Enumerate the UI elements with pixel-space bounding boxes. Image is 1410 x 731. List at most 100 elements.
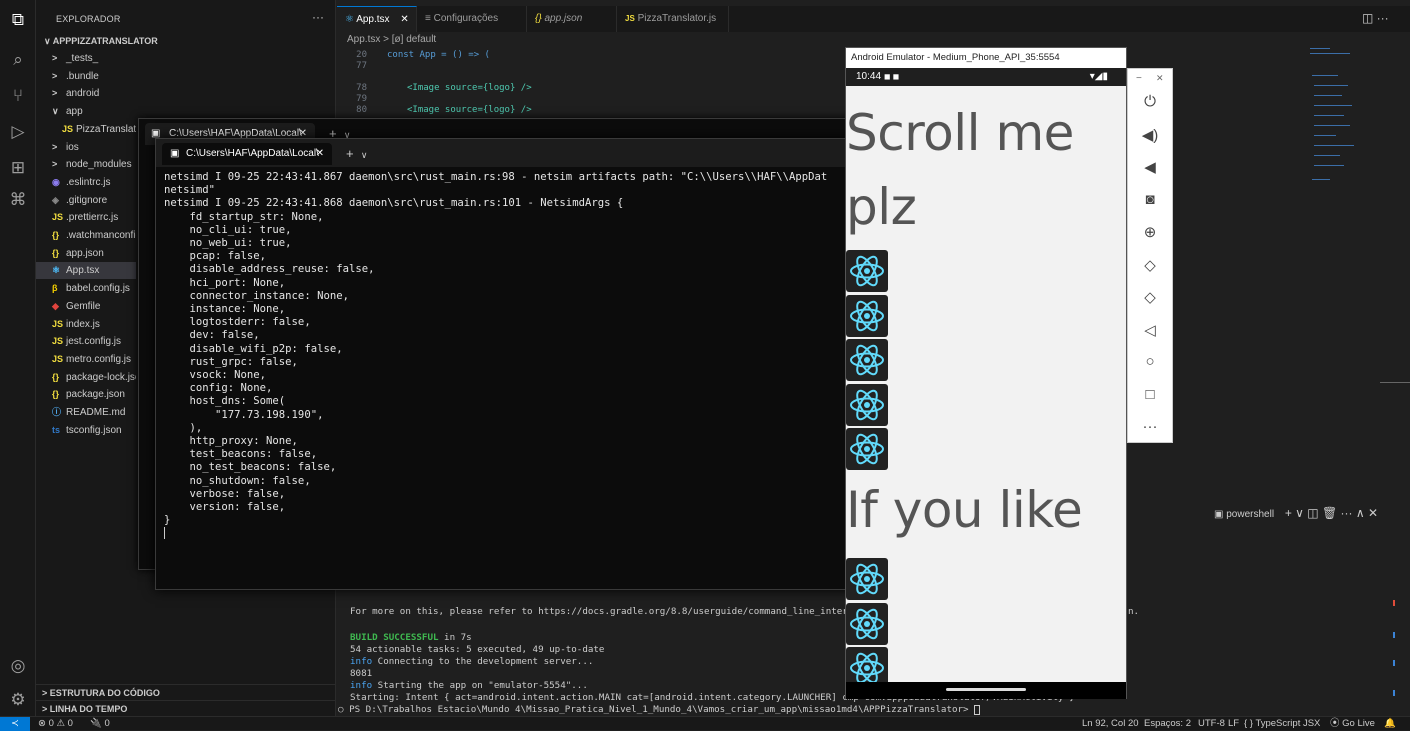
tab-label: app.json [544,13,583,24]
remote-indicator[interactable]: ≺ [0,717,30,731]
tree-item[interactable]: ts tsconfig.json [36,422,136,439]
tree-item[interactable]: JS jest.config.js [36,333,136,350]
tree-item[interactable]: ◉ .eslintrc.js [36,174,136,191]
tree-item[interactable]: ⚛ App.tsx [36,262,136,280]
camera-icon[interactable]: ◙ [1128,191,1172,208]
tab-configuracoes[interactable]: ≡ Configurações [417,6,527,32]
close-icon[interactable]: ✕ [1156,73,1164,84]
explorer-icon[interactable]: ⧉ [6,8,30,32]
account-icon[interactable]: ◎ [6,654,30,678]
react-logo-image [846,428,888,470]
language-mode[interactable]: { } TypeScript JSX [1244,717,1320,731]
cursor-position[interactable]: Ln 92, Col 20 [1082,717,1139,731]
terminal-line: disable_wifi_p2p: false, [164,342,343,355]
prompt-line[interactable]: ○ PS D:\Trabalhos Estacio\Mundo 4\Missao… [338,704,981,716]
tree-item[interactable]: JS index.js [36,316,136,333]
tree-item[interactable]: ∨ app [36,103,136,120]
timeline-section[interactable]: > LINHA DO TEMPO [36,700,336,717]
terminal-actions[interactable]: + ∨ ◫ 🗑 ··· ∧ ✕ [1285,506,1378,520]
info-label: info [350,680,373,691]
minimize-icon[interactable]: − [1136,73,1142,84]
run-debug-icon[interactable]: ▷ [6,120,30,144]
terminal-line: logtostderr: false, [164,316,311,329]
tree-item[interactable]: > node_modules [36,156,136,173]
tasks-line: 54 actionable tasks: 5 executed, 49 up-t… [350,644,605,655]
home-icon[interactable]: ○ [1128,353,1172,370]
go-live-button[interactable]: ⦿ Go Live [1330,717,1375,731]
tree-item[interactable]: {} app.json [36,245,136,262]
tree-item[interactable]: JS metro.config.js [36,351,136,368]
project-folder[interactable]: ∨ APPPIZZATRANSLATOR [44,33,158,50]
terminal-tab-front[interactable]: ▣ C:\Users\HAF\AppData\Local\ ✕ [162,143,332,165]
gesture-nav-bar[interactable] [846,682,1126,699]
zoom-icon[interactable]: ⊕ [1128,223,1172,241]
remote-explorer-icon[interactable]: ⌘ [6,188,30,212]
indentation[interactable]: Espaços: 2 [1144,717,1191,731]
tab-app-json[interactable]: {} app.json [527,6,617,32]
android-emulator-window[interactable]: Android Emulator - Medium_Phone_API_35:5… [845,47,1127,699]
close-icon[interactable]: ✕ [316,143,324,165]
source-control-icon[interactable]: ⑂ [6,84,30,108]
terminal-output[interactable]: netsimd I 09-25 22:43:41.867 daemon\src\… [156,167,846,587]
power-icon[interactable]: ⏻ [1128,93,1172,110]
tree-item[interactable]: {} .watchmanconfig [36,227,136,244]
code-line[interactable]: 79 [337,94,407,105]
tree-item[interactable]: JSPizzaTranslator.j [36,121,136,138]
tree-item[interactable]: > ios [36,139,136,156]
code-line[interactable]: 20 const App = () => ( [337,50,490,61]
terminal-line: instance: None, [164,303,286,315]
react-logo-image [846,294,888,337]
search-icon[interactable]: ⌕ [6,48,30,72]
tree-item[interactable]: > android [36,85,136,102]
rotate-left-icon[interactable]: ◇ [1128,256,1172,274]
code-line[interactable]: 80 <Image source={logo} /> [337,105,531,116]
notifications-bell-icon[interactable]: 🔔 [1384,717,1396,731]
volume-down-icon[interactable]: ◀ [1128,158,1172,176]
rotate-right-icon[interactable]: ◇ [1128,288,1172,306]
code-line[interactable]: 77 [337,61,387,72]
close-icon[interactable]: ✕ [400,14,408,25]
tree-item-label: PizzaTranslator.j [76,123,136,135]
breadcrumb[interactable]: App.tsx > [ø] default [347,34,436,45]
tree-item[interactable]: ◈ .gitignore [36,192,136,209]
minimap[interactable] [1308,45,1368,185]
problems-indicator[interactable]: ⊗ 0 ⚠ 0 [38,717,73,731]
panel-gradle-help: For more on this, please refer to https:… [350,606,887,618]
encoding[interactable]: UTF-8 [1198,717,1225,731]
home-handle[interactable] [946,688,1026,691]
tab-pizzatranslator[interactable]: JS PizzaTranslator.js [617,6,729,32]
project-name: APPPIZZATRANSLATOR [52,36,158,46]
app-screen[interactable]: Scroll me plz If you like [846,86,1126,682]
emulator-title[interactable]: Android Emulator - Medium_Phone_API_35:5… [846,48,1126,68]
volume-up-icon[interactable]: ◀) [1128,126,1172,144]
back-icon[interactable]: ◁ [1128,321,1172,339]
end-of-line[interactable]: LF [1228,717,1239,731]
tree-item[interactable]: ⓘ README.md [36,404,136,421]
tree-item-label: package-lock.jsor [66,371,136,383]
code-line[interactable]: 78 <Image source={logo} /> [337,83,531,94]
tree-item[interactable]: β babel.config.js [36,280,136,297]
file-icon: ◈ [52,194,59,205]
shell-label[interactable]: powershell [1226,509,1274,520]
tab-app-tsx[interactable]: ⚛ App.tsx ✕ [337,6,417,32]
tree-item[interactable]: ◆ Gemfile [36,298,136,315]
tree-item[interactable]: {} package-lock.jsor [36,369,136,386]
terminal-window-front[interactable]: ▣ C:\Users\HAF\AppData\Local\ ✕ + ∨ netsim… [155,138,855,590]
more-icon[interactable]: ··· [1128,418,1172,435]
react-logo-image [846,602,888,645]
info-connecting-line: info Connecting to the development serve… [350,656,593,668]
outline-section[interactable]: > ESTRUTURA DO CÓDIGO [36,684,336,701]
terminal-line: disable_address_reuse: false, [164,263,375,276]
overview-icon[interactable]: □ [1128,386,1172,403]
tree-item[interactable]: > _tests_ [36,50,136,67]
tree-item[interactable]: > .bundle [36,68,136,85]
tree-item[interactable]: JS .prettierrc.js [36,209,136,226]
extensions-icon[interactable]: ⊞ [6,156,30,180]
tree-item[interactable]: {} package.json [36,386,136,403]
file-icon: ◆ [52,300,59,311]
new-tab-icon[interactable]: + ∨ [346,143,367,166]
explorer-more-icon[interactable]: ··· [312,10,324,24]
split-editor-icon[interactable]: ◫ ··· [1362,11,1389,25]
ports-indicator[interactable]: 🔌 0 [90,717,110,731]
manage-gear-icon[interactable]: ⚙ [6,688,30,712]
